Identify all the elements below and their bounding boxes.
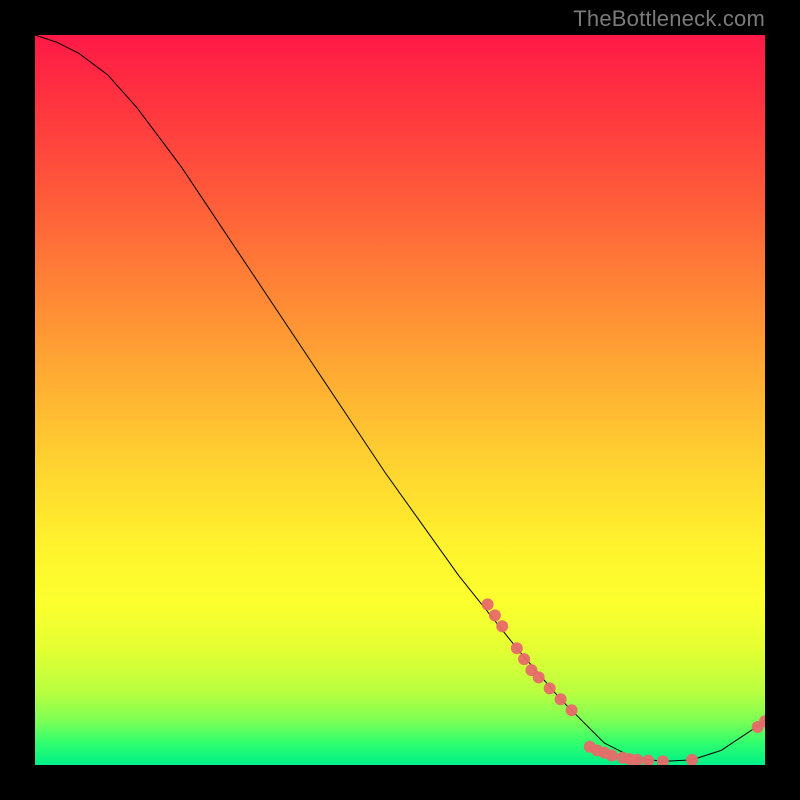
- curve-dot: [496, 620, 508, 632]
- chart-svg: [35, 35, 765, 765]
- curve-dot: [642, 755, 654, 765]
- watermark-text: TheBottleneck.com: [573, 6, 765, 32]
- curve-dot: [518, 653, 530, 665]
- chart-root: TheBottleneck.com: [0, 0, 800, 800]
- curve-dot: [657, 755, 669, 765]
- curve-dot: [511, 642, 523, 654]
- curve-path: [35, 35, 765, 761]
- curve-dot: [489, 609, 501, 621]
- curve-dot: [686, 754, 698, 765]
- curve-dot: [555, 693, 567, 705]
- curve-dot: [544, 682, 556, 694]
- curve-dots-group: [482, 598, 765, 765]
- curve-dot: [566, 704, 578, 716]
- curve-dot: [533, 671, 545, 683]
- curve-dot: [606, 750, 618, 762]
- plot-area: [35, 35, 765, 765]
- curve-dot: [482, 598, 494, 610]
